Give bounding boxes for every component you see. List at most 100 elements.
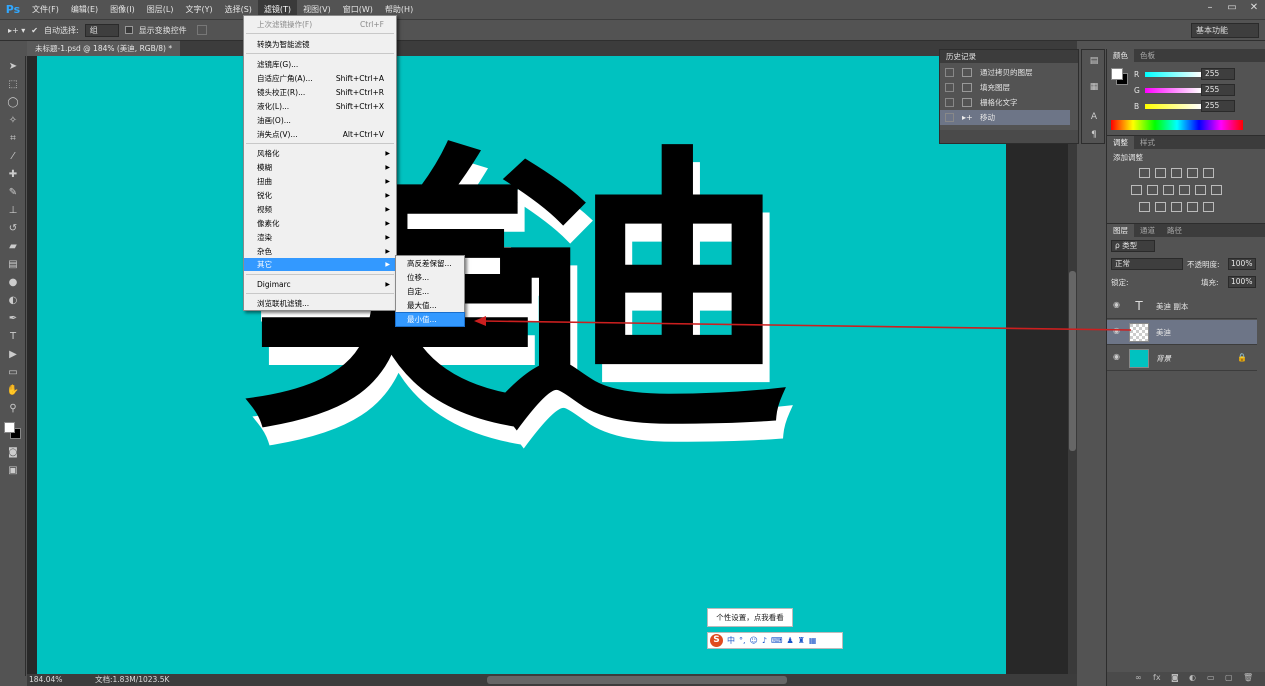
filter-menu-item[interactable]: 浏览联机滤镜... [244,297,396,310]
move-tool-icon[interactable]: ▸+ ▾ [8,26,25,35]
magic-wand-icon[interactable]: ✧ [5,114,21,128]
filter-submenu-item[interactable]: 像素化 ▶ [244,217,396,230]
adjustment-icon[interactable]: ◐ [1189,673,1196,682]
slider-r[interactable]: R 255 [1107,67,1265,83]
zoom-level[interactable]: 184.04% [27,674,87,686]
blur-tool-icon[interactable]: ● [5,276,21,290]
restore-button[interactable]: ▭ [1221,0,1243,16]
filter-menu-item[interactable]: 镜头校正(R)... Shift+Ctrl+R [244,86,396,99]
posterize-icon[interactable] [1155,202,1166,212]
toolbox-icon[interactable]: ▦ [809,636,817,645]
minimize-button[interactable]: – [1199,0,1221,16]
quick-mask-icon[interactable]: ◙ [5,446,21,460]
healing-brush-icon[interactable]: ✚ [5,168,21,182]
filter-menu-item[interactable]: 滤镜库(G)... [244,58,396,71]
ime-lang[interactable]: 中 [727,635,735,646]
balance-icon[interactable] [1147,185,1158,195]
submenu-item-minimum[interactable]: 最小值... [395,312,465,327]
horizontal-scrollbar[interactable] [487,676,787,684]
history-brush-icon[interactable]: ↺ [5,222,21,236]
submenu-item[interactable]: 位移... [396,271,464,284]
filter-menu-item[interactable]: 自适应广角(A)... Shift+Ctrl+A [244,72,396,85]
history-checkbox[interactable] [945,98,954,107]
brush-tool-icon[interactable]: ✎ [5,186,21,200]
filter-submenu-item[interactable]: 视频 ▶ [244,203,396,216]
paragraph-icon[interactable]: ¶ [1088,130,1100,142]
eyedropper-icon[interactable]: ⁄ [5,150,21,164]
path-select-icon[interactable]: ▶ [5,348,21,362]
history-item[interactable]: 栅格化文字 [940,95,1070,110]
filter-submenu-item[interactable]: 渲染 ▶ [244,231,396,244]
invert-icon[interactable] [1139,202,1150,212]
skin-icon[interactable]: ♜ [798,636,805,645]
auto-select-dropdown[interactable]: 组 [84,23,119,37]
type-tool-icon[interactable]: T [5,330,21,344]
menu-edit[interactable]: 编辑(E) [65,0,104,19]
actions-icon[interactable]: ▤ [1088,56,1100,68]
layer-filter-dropdown[interactable]: ρ 类型 [1111,240,1155,252]
tab-swatches[interactable]: 色板 [1134,49,1161,62]
history-checkbox[interactable] [945,68,954,77]
filter-submenu-item[interactable]: 杂色 ▶ [244,245,396,258]
threshold-icon[interactable] [1171,202,1182,212]
layer-row[interactable]: ◉ 背景 🔒 [1107,346,1257,371]
visibility-eye-icon[interactable]: ◉ [1113,300,1120,309]
fx-icon[interactable]: fx [1153,673,1161,682]
close-button[interactable]: ✕ [1243,0,1265,16]
eraser-icon[interactable]: ▰ [5,240,21,254]
visibility-eye-icon[interactable]: ◉ [1113,352,1120,361]
opacity-input[interactable]: 100% [1228,258,1256,270]
crop-tool-icon[interactable]: ⌗ [5,132,21,146]
show-transform-checkbox[interactable] [124,26,133,34]
document-tab[interactable]: 未标题-1.psd @ 184% (美迪, RGB/8) * [27,41,181,56]
menu-file[interactable]: 文件(F) [26,0,65,19]
lasso-tool-icon[interactable]: ◯ [5,96,21,110]
slider-b[interactable]: B 255 [1107,99,1265,115]
mixer-icon[interactable] [1195,185,1206,195]
emoji-icon[interactable]: ☺ [750,636,758,645]
tab-color[interactable]: 颜色 [1107,49,1134,62]
layer-row[interactable]: ◉ T 美迪 副本 [1107,294,1257,319]
history-item[interactable]: 通过拷贝的图层 [940,65,1070,80]
tab-styles[interactable]: 样式 [1134,136,1161,149]
slider-g[interactable]: G 255 [1107,83,1265,99]
tab-paths[interactable]: 路径 [1161,224,1188,237]
document-canvas[interactable]: 美 迪 美 迪 [37,56,1006,674]
group-icon[interactable]: ▭ [1207,673,1215,682]
screen-mode-icon[interactable]: ▣ [5,464,21,478]
fill-input[interactable]: 100% [1228,276,1256,288]
menu-layer[interactable]: 图层(L) [141,0,180,19]
filter-menu-item[interactable]: 上次滤镜操作(F) Ctrl+F [244,18,396,31]
history-item[interactable]: 填充图层 [940,80,1070,95]
keyboard-icon[interactable]: ⌨ [771,636,783,645]
gradient-map-icon[interactable] [1187,202,1198,212]
curves-icon[interactable] [1171,168,1182,178]
visibility-eye-icon[interactable]: ◉ [1113,326,1120,335]
gradient-tool-icon[interactable]: ▤ [5,258,21,272]
zoom-tool-icon[interactable]: ⚲ [5,402,21,416]
sogou-logo-icon[interactable]: S [710,634,723,647]
tab-channels[interactable]: 通道 [1134,224,1161,237]
ime-tooltip[interactable]: 个性设置，点我看看 [707,608,793,627]
color-spectrum[interactable] [1111,120,1243,130]
menu-image[interactable]: 图像(I) [104,0,141,19]
filter-submenu-item[interactable]: 锐化 ▶ [244,189,396,202]
align-icon[interactable] [196,25,207,35]
punctuation-icon[interactable]: °, [739,636,746,645]
filter-submenu-item[interactable]: 风格化 ▶ [244,147,396,160]
shape-tool-icon[interactable]: ▭ [5,366,21,380]
stamp-tool-icon[interactable]: ⊥ [5,204,21,218]
tab-adjustments[interactable]: 调整 [1107,136,1134,149]
move-tool-icon[interactable]: ➤ [5,60,21,74]
filter-menu-item[interactable]: 消失点(V)... Alt+Ctrl+V [244,128,396,141]
hue-icon[interactable] [1131,185,1142,195]
filter-menu-item[interactable]: 液化(L)... Shift+Ctrl+X [244,100,396,113]
vibrance-icon[interactable] [1203,168,1214,178]
pen-tool-icon[interactable]: ✒ [5,312,21,326]
new-layer-icon[interactable]: ▢ [1225,673,1233,682]
blend-mode-dropdown[interactable]: 正常 [1111,258,1183,270]
filter-submenu-item-other[interactable]: 其它 ▶ [244,258,396,271]
foreground-color-swatch[interactable] [4,422,15,433]
submenu-item[interactable]: 最大值... [396,299,464,312]
submenu-item[interactable]: 高反差保留... [396,257,464,270]
